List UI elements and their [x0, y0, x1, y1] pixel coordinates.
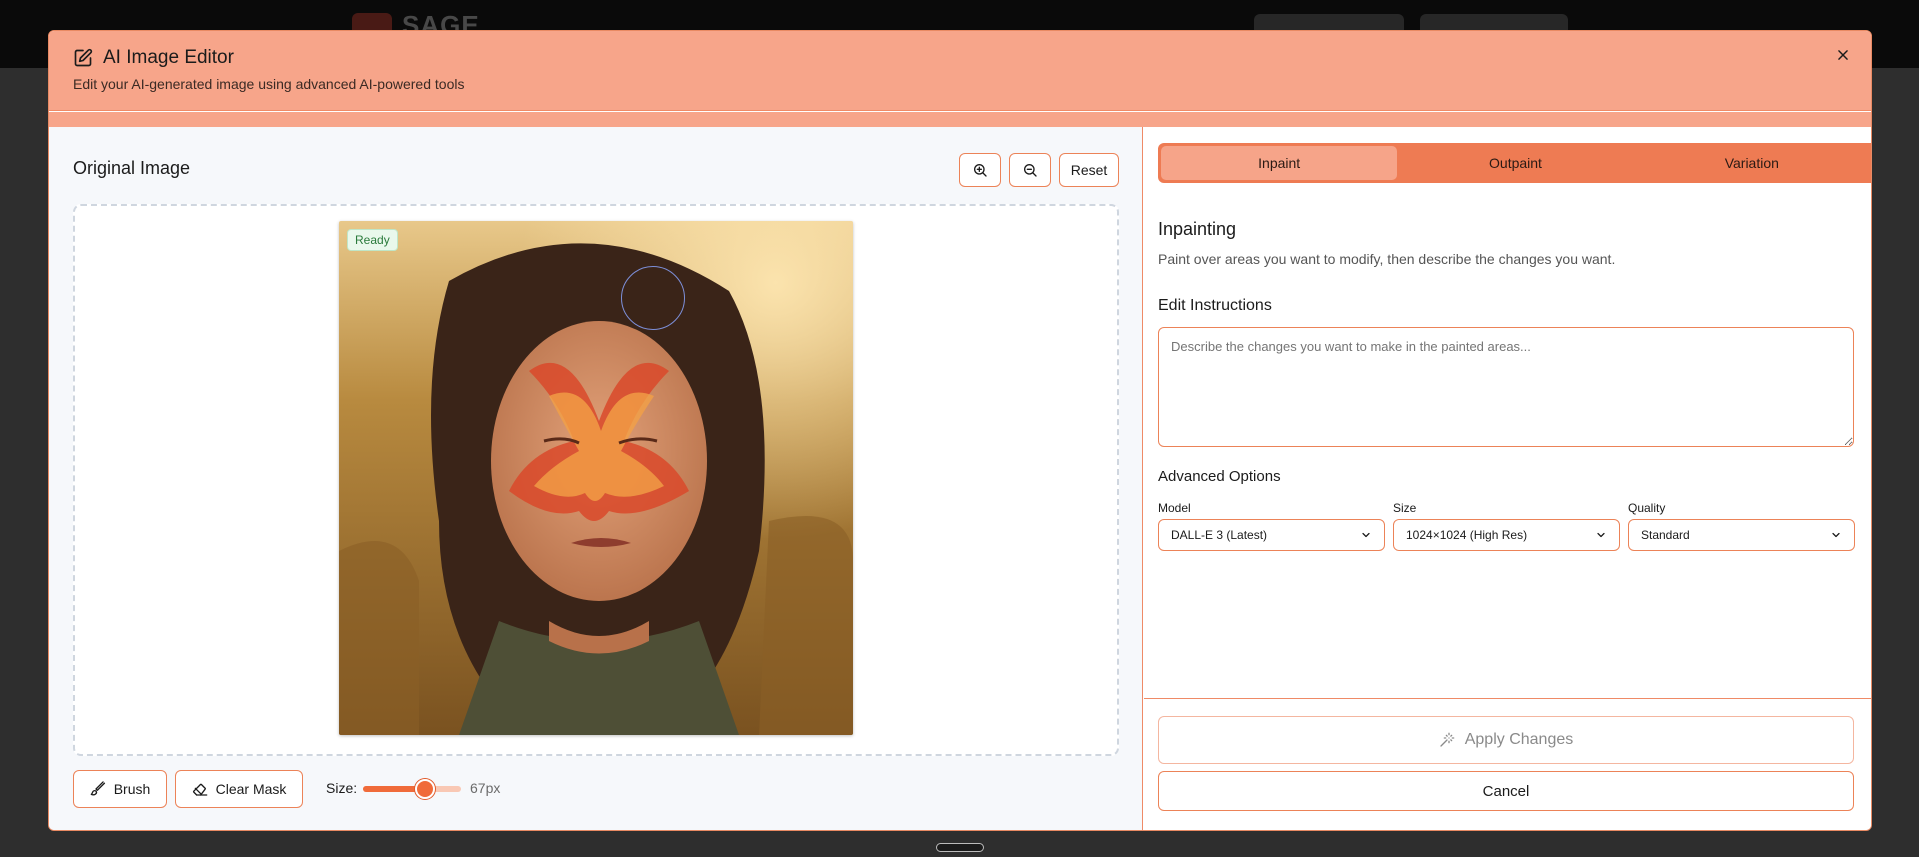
size-label: Size [1393, 501, 1417, 515]
brush-size-value: 67px [470, 780, 501, 796]
chevron-down-icon [1832, 532, 1840, 538]
magic-wand-icon [1440, 732, 1455, 747]
quality-value: Standard [1641, 528, 1690, 542]
status-badge: Ready [347, 229, 398, 251]
tab-variation[interactable]: Variation [1634, 146, 1870, 180]
chevron-down-icon [1597, 532, 1605, 538]
zoom-in-icon [974, 164, 987, 177]
edit-controls-pane: Inpaint Outpaint Variation Inpainting Pa… [1144, 127, 1871, 830]
editable-image[interactable]: Ready [339, 221, 853, 735]
advanced-options-label: Advanced Options [1158, 468, 1281, 485]
brush-label: Brush [113, 781, 151, 797]
eraser-icon [192, 783, 207, 796]
zoom-out-icon [1023, 164, 1037, 177]
edit-icon [74, 48, 93, 67]
quality-select[interactable]: Standard [1628, 519, 1855, 551]
zoom-in-button[interactable] [959, 153, 1001, 187]
cancel-button[interactable]: Cancel [1158, 771, 1854, 811]
model-select[interactable]: DALL-E 3 (Latest) [1158, 519, 1385, 551]
size-select[interactable]: 1024×1024 (High Res) [1393, 519, 1620, 551]
image-pane: Original Image Reset Ready Brush Clear M… [49, 127, 1143, 830]
model-option: Model DALL-E 3 (Latest) [1158, 501, 1385, 551]
clear-mask-label: Clear Mask [215, 781, 287, 797]
size-option: Size 1024×1024 (High Res) [1393, 501, 1620, 551]
portrait-image [339, 221, 853, 735]
tab-outpaint[interactable]: Outpaint [1397, 146, 1633, 180]
tab-inpaint[interactable]: Inpaint [1161, 146, 1398, 180]
ai-image-editor-modal: AI Image Editor Edit your AI-generated i… [48, 30, 1872, 831]
edit-instructions-label: Edit Instructions [1158, 297, 1272, 314]
brush-cursor [621, 266, 685, 330]
modal-footer: Apply Changes Cancel [1144, 698, 1871, 830]
modal-title-text: AI Image Editor [103, 47, 234, 68]
brush-icon [90, 781, 105, 796]
reset-button[interactable]: Reset [1059, 153, 1119, 187]
edit-instructions-input[interactable] [1158, 327, 1854, 447]
header-strip [49, 112, 1871, 127]
brush-size-slider[interactable] [363, 779, 461, 799]
section-description: Paint over areas you want to modify, the… [1158, 251, 1616, 267]
size-value: 1024×1024 (High Res) [1406, 528, 1528, 542]
pane-title: Original Image [73, 158, 191, 178]
close-button[interactable] [1833, 45, 1853, 65]
apply-changes-button[interactable]: Apply Changes [1158, 716, 1854, 764]
chevron-down-icon [1362, 532, 1370, 538]
model-label: Model [1158, 501, 1191, 515]
zoom-out-button[interactable] [1009, 153, 1051, 187]
section-title: Inpainting [1158, 219, 1237, 239]
modal-header: AI Image Editor Edit your AI-generated i… [49, 31, 1871, 111]
bottom-handle [936, 843, 984, 852]
quality-label: Quality [1628, 501, 1666, 515]
model-value: DALL-E 3 (Latest) [1171, 528, 1268, 542]
mode-tabs: Inpaint Outpaint Variation [1158, 143, 1871, 183]
quality-option: Quality Standard [1628, 501, 1855, 551]
slider-thumb[interactable] [414, 779, 435, 799]
brush-button[interactable]: Brush [73, 770, 167, 808]
image-canvas-area: Ready [73, 204, 1119, 756]
brush-size-label: Size: [326, 780, 358, 796]
close-icon [1838, 50, 1848, 60]
clear-mask-button[interactable]: Clear Mask [175, 770, 303, 808]
apply-changes-label: Apply Changes [1464, 731, 1574, 748]
modal-title: AI Image Editor [73, 47, 234, 69]
modal-subtitle: Edit your AI-generated image using advan… [73, 76, 465, 92]
